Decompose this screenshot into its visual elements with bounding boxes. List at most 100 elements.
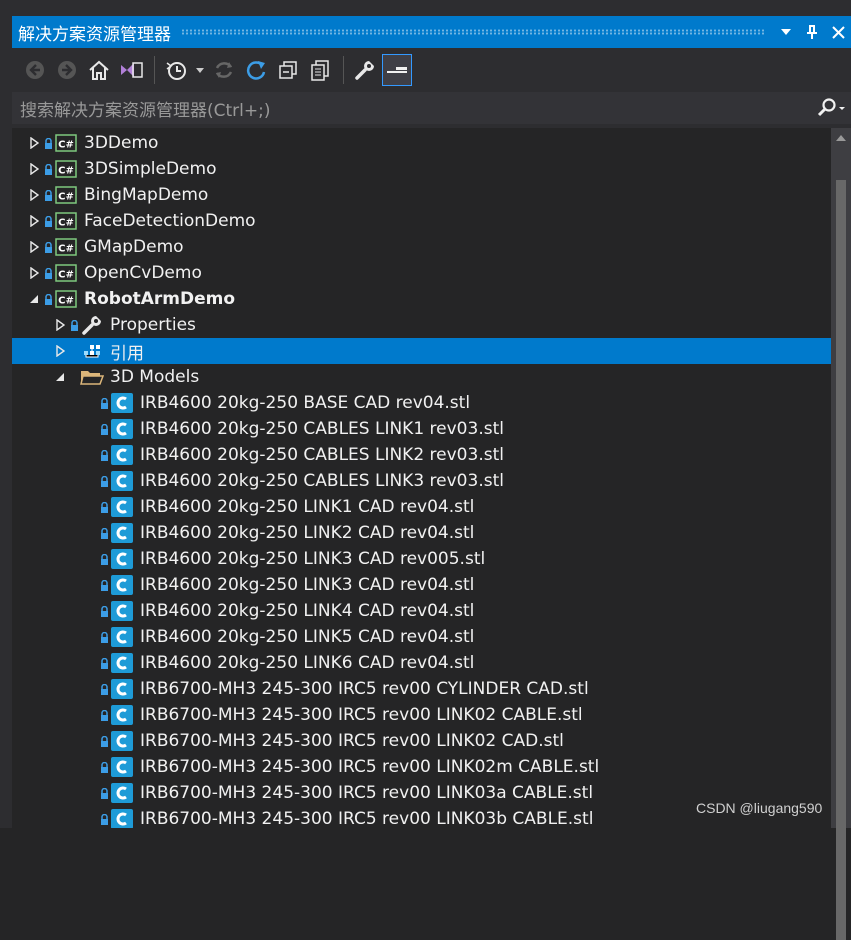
preview-selected-items-icon[interactable]	[382, 54, 412, 86]
tree-item-label: IRB4600 20kg-250 CABLES LINK2 rev03.stl	[140, 445, 504, 465]
references-node[interactable]: 引用	[12, 338, 831, 364]
tree-item-label: RobotArmDemo	[84, 289, 236, 309]
file-node[interactable]: IRB4600 20kg-250 LINK6 CAD rev04.stl	[12, 650, 831, 676]
project-node[interactable]: C# 3DSimpleDemo	[12, 156, 831, 182]
csharp-project-icon: C#	[54, 158, 78, 180]
expand-arrow-icon[interactable]	[52, 345, 68, 357]
file-node[interactable]: IRB6700-MH3 245-300 IRC5 rev00 CYLINDER …	[12, 676, 831, 702]
wrench-properties-icon[interactable]	[350, 54, 380, 86]
file-node[interactable]: IRB4600 20kg-250 LINK3 CAD rev04.stl	[12, 572, 831, 598]
tree-item-label: IRB6700-MH3 245-300 IRC5 rev00 LINK02m C…	[140, 757, 600, 777]
file-node[interactable]: IRB4600 20kg-250 LINK4 CAD rev04.stl	[12, 598, 831, 624]
scrollbar-thumb[interactable]	[836, 180, 846, 940]
csharp-project-icon: C#	[54, 184, 78, 206]
tree-item-label: GMapDemo	[84, 237, 184, 257]
stl-file-icon	[110, 496, 134, 518]
source-control-lock-icon	[42, 162, 54, 176]
file-node[interactable]: IRB6700-MH3 245-300 IRC5 rev00 LINK02m C…	[12, 754, 831, 780]
file-node[interactable]: IRB4600 20kg-250 LINK3 CAD rev005.stl	[12, 546, 831, 572]
project-node[interactable]: C# 3DDemo	[12, 130, 831, 156]
source-control-lock-icon	[68, 344, 80, 358]
file-node[interactable]: IRB4600 20kg-250 CABLES LINK3 rev03.stl	[12, 468, 831, 494]
source-control-lock-icon	[98, 396, 110, 410]
expand-arrow-icon[interactable]	[26, 137, 42, 149]
refresh-icon[interactable]	[241, 54, 271, 86]
sync-icon[interactable]	[209, 54, 239, 86]
close-icon[interactable]	[825, 17, 851, 47]
svg-text:C#: C#	[58, 270, 74, 281]
csharp-project-icon: C#	[54, 262, 78, 284]
project-node[interactable]: C# FaceDetectionDemo	[12, 208, 831, 234]
stl-file-icon	[110, 470, 134, 492]
toolbar-separator	[343, 56, 344, 84]
project-node[interactable]: C# RobotArmDemo	[12, 286, 831, 312]
project-node[interactable]: C# OpenCvDemo	[12, 260, 831, 286]
source-control-lock-icon	[98, 448, 110, 462]
file-node[interactable]: IRB4600 20kg-250 LINK2 CAD rev04.stl	[12, 520, 831, 546]
forward-icon[interactable]	[52, 54, 82, 86]
expand-arrow-icon[interactable]	[26, 241, 42, 253]
source-control-lock-icon	[98, 656, 110, 670]
collapse-all-icon[interactable]	[273, 54, 303, 86]
search-box[interactable]: 搜索解决方案资源管理器(Ctrl+;)	[12, 92, 851, 124]
svg-text:C#: C#	[58, 296, 74, 307]
tree-item-label: IRB4600 20kg-250 LINK3 CAD rev04.stl	[140, 575, 475, 595]
tree-item-label: IRB4600 20kg-250 LINK6 CAD rev04.stl	[140, 653, 475, 673]
expand-arrow-icon[interactable]	[52, 319, 68, 331]
history-icon[interactable]	[161, 54, 191, 86]
stl-file-icon	[110, 626, 134, 648]
collapse-arrow-icon[interactable]	[52, 372, 68, 382]
source-control-lock-icon	[98, 708, 110, 722]
tree-item-label: IRB4600 20kg-250 CABLES LINK1 rev03.stl	[140, 419, 504, 439]
file-node[interactable]: IRB6700-MH3 245-300 IRC5 rev00 LINK02 CA…	[12, 728, 831, 754]
source-control-lock-icon	[68, 318, 80, 332]
project-node[interactable]: C# BingMapDemo	[12, 182, 831, 208]
tree-item-label: IRB6700-MH3 245-300 IRC5 rev00 CYLINDER …	[140, 679, 589, 699]
dropdown-arrow-icon[interactable]	[773, 17, 799, 47]
toolbar	[12, 50, 851, 90]
solution-tree[interactable]: C# 3DDemo C# 3DSimpleDemo C# BingMapDemo C# Fac…	[12, 128, 831, 828]
back-icon[interactable]	[20, 54, 50, 86]
folder-node[interactable]: 3D Models	[12, 364, 831, 390]
search-icon[interactable]	[811, 98, 851, 118]
source-control-lock-icon	[68, 370, 80, 384]
expand-arrow-icon[interactable]	[26, 163, 42, 175]
title-bar-grip[interactable]	[181, 29, 765, 35]
file-node[interactable]: IRB4600 20kg-250 LINK5 CAD rev04.stl	[12, 624, 831, 650]
stl-file-icon	[110, 678, 134, 700]
tree-item-label: 引用	[110, 343, 144, 364]
file-node[interactable]: IRB4600 20kg-250 LINK1 CAD rev04.stl	[12, 494, 831, 520]
pin-icon[interactable]	[799, 17, 825, 47]
file-node[interactable]: IRB4600 20kg-250 CABLES LINK1 rev03.stl	[12, 416, 831, 442]
project-node[interactable]: C# GMapDemo	[12, 234, 831, 260]
tree-item-label: IRB4600 20kg-250 LINK3 CAD rev005.stl	[140, 549, 486, 569]
file-node[interactable]: IRB6700-MH3 245-300 IRC5 rev00 LINK02 CA…	[12, 702, 831, 728]
expand-arrow-icon[interactable]	[26, 189, 42, 201]
tree-item-label: 3DSimpleDemo	[84, 159, 217, 179]
svg-text:C#: C#	[58, 192, 74, 203]
stl-file-icon	[110, 444, 134, 466]
stl-file-icon	[110, 652, 134, 674]
panel-title-bar[interactable]: 解决方案资源管理器	[12, 16, 851, 48]
solution-explorer-panel: 解决方案资源管理器 搜索解决方案资源管理器(Ctrl+;) C# 3DDemo …	[0, 0, 851, 940]
properties-node[interactable]: Properties	[12, 312, 831, 338]
svg-text:C#: C#	[58, 218, 74, 229]
file-node[interactable]: IRB4600 20kg-250 BASE CAD rev04.stl	[12, 390, 831, 416]
file-node[interactable]: IRB4600 20kg-250 CABLES LINK2 rev03.stl	[12, 442, 831, 468]
svg-text:C#: C#	[58, 166, 74, 177]
home-icon[interactable]	[84, 54, 114, 86]
search-input[interactable]: 搜索解决方案资源管理器(Ctrl+;)	[12, 96, 811, 121]
toolbar-separator	[154, 56, 155, 84]
source-control-lock-icon	[98, 734, 110, 748]
source-control-lock-icon	[98, 422, 110, 436]
tree-item-label: IRB6700-MH3 245-300 IRC5 rev00 LINK03b C…	[140, 809, 594, 828]
vs-switch-view-icon[interactable]	[116, 54, 146, 86]
collapse-arrow-icon[interactable]	[26, 294, 42, 304]
history-dropdown-icon[interactable]	[193, 54, 207, 86]
vertical-scrollbar[interactable]	[831, 128, 851, 940]
stl-file-icon	[110, 704, 134, 726]
expand-arrow-icon[interactable]	[26, 267, 42, 279]
show-all-files-icon[interactable]	[305, 54, 335, 86]
expand-arrow-icon[interactable]	[26, 215, 42, 227]
scroll-up-icon[interactable]	[831, 128, 851, 148]
